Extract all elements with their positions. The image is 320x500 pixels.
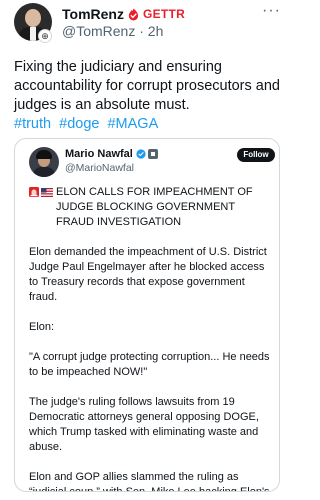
quoted-paragraph: Elon and GOP allies slammed the ruling a… xyxy=(29,471,270,492)
follow-button[interactable]: Follow xyxy=(237,148,275,162)
quoted-headline-row: ELON CALLS FOR IMPEACHMENT OF JUDGE BLOC… xyxy=(29,185,273,230)
quoted-author-name[interactable]: Mario Nawfal xyxy=(65,148,133,160)
hashtag-link[interactable]: #doge xyxy=(59,116,99,132)
affiliate-badge-icon xyxy=(147,149,158,159)
author-name[interactable]: TomRenz xyxy=(62,6,124,22)
quoted-post[interactable]: Mario Nawfal @MarioNawfal Follow ELON CA… xyxy=(14,138,280,492)
quoted-author-row: Mario Nawfal xyxy=(65,148,158,160)
post-text: Fixing the judiciary and ensuring accoun… xyxy=(14,59,280,113)
hashtag-link[interactable]: #MAGA xyxy=(107,116,158,132)
gettr-icon xyxy=(128,7,139,21)
gettr-label: GETTR xyxy=(142,7,186,21)
author-row: TomRenz GETTR xyxy=(62,6,185,22)
siren-icon xyxy=(29,187,39,197)
quoted-headline: ELON CALLS FOR IMPEACHMENT OF JUDGE BLOC… xyxy=(56,186,253,228)
quoted-paragraph: Elon demanded the impeachment of U.S. Di… xyxy=(29,246,267,303)
author-handle-time: @TomRenz · 2h xyxy=(62,23,164,39)
hashtag-link[interactable]: #truth xyxy=(14,116,51,132)
avatar-badge-icon: ⊕ xyxy=(38,29,52,43)
hashtags: #truth #doge #MAGA xyxy=(14,115,162,134)
quoted-avatar[interactable] xyxy=(29,147,59,177)
quoted-paragraph: Elon: xyxy=(29,321,55,333)
quoted-paragraph: "A corrupt judge protecting corruption..… xyxy=(29,351,270,378)
quoted-post-body: ELON CALLS FOR IMPEACHMENT OF JUDGE BLOC… xyxy=(29,185,273,492)
verified-badge-icon xyxy=(136,149,146,159)
us-flag-icon xyxy=(41,188,53,197)
more-options-icon[interactable]: ··· xyxy=(262,2,281,20)
quoted-paragraph: The judge's ruling follows lawsuits from… xyxy=(29,396,259,453)
quoted-author-handle: @MarioNawfal xyxy=(65,162,135,174)
post: ⊕ TomRenz GETTR @TomRenz · 2h ··· Fixing… xyxy=(0,0,294,500)
